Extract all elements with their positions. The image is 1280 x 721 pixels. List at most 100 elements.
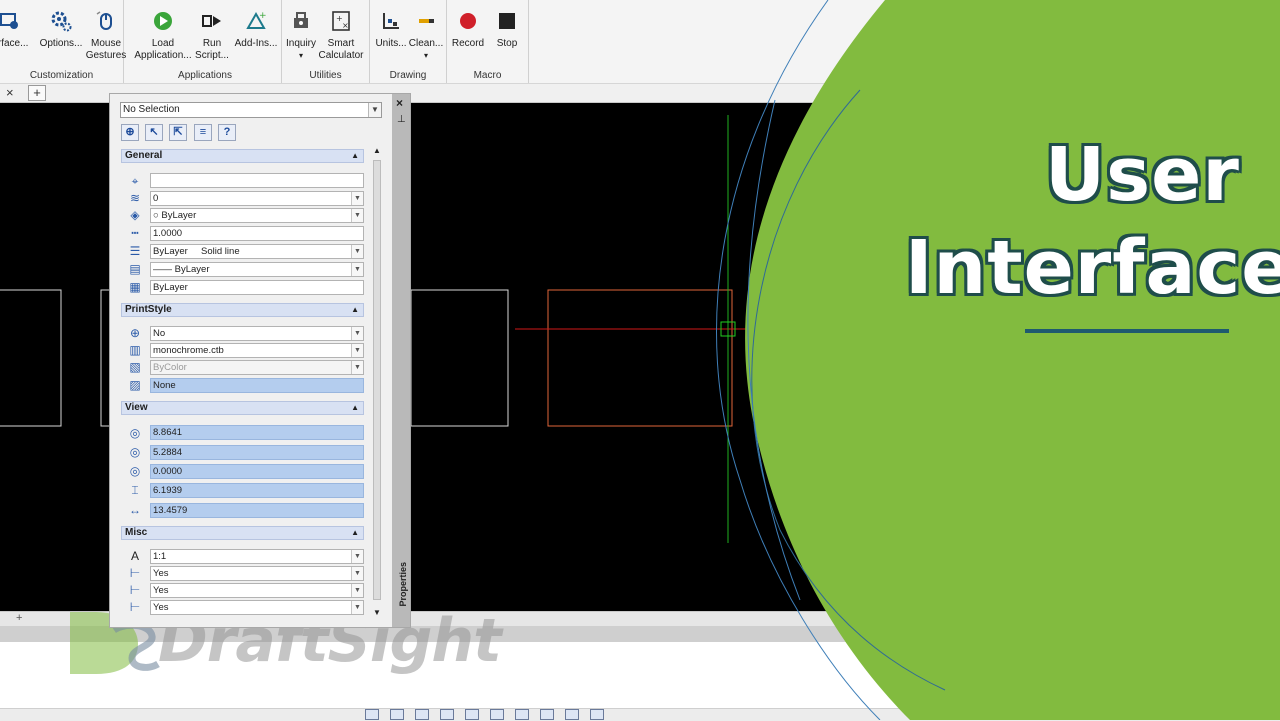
view-width-field[interactable]: 13.4579 xyxy=(150,503,364,518)
lineweight-value: —— ByLayer xyxy=(153,264,210,275)
linescale-value: 1.0000 xyxy=(153,228,183,239)
center-y-icon: ◎ xyxy=(129,445,141,459)
ucs-icon-origin-value: Yes xyxy=(153,585,169,596)
section-general[interactable]: General ▲ xyxy=(121,149,364,163)
view-width-icon: ↔ xyxy=(129,503,141,517)
annotation-scale-field[interactable]: 1:1 ▼ xyxy=(150,549,364,564)
section-view[interactable]: View ▲ xyxy=(121,401,364,415)
view-width-value: 13.4579 xyxy=(153,505,188,516)
pickadd-icon: ⊕ xyxy=(125,126,135,138)
center-x-icon: ◎ xyxy=(129,426,141,440)
help-button[interactable]: ? xyxy=(218,124,236,141)
pin-icon[interactable]: ⊥ xyxy=(397,114,406,125)
annotation-scale-icon: A xyxy=(130,549,139,563)
select-entities-button[interactable]: ↖ xyxy=(145,124,163,141)
view-height-field[interactable]: 6.1939 xyxy=(150,483,364,498)
brand-title-line-1: User xyxy=(1045,132,1240,218)
collapse-up-icon[interactable]: ▲ xyxy=(351,402,359,414)
ucs-icon-on-value: Yes xyxy=(153,568,169,579)
section-printstyle-label: PrintStyle xyxy=(125,304,172,315)
chevron-down-icon[interactable]: ▼ xyxy=(351,327,363,340)
chevron-down-icon[interactable]: ▼ xyxy=(351,209,363,222)
center-x-value: 8.8641 xyxy=(153,427,183,438)
linescale-field[interactable]: 1.0000 xyxy=(150,226,364,241)
transparency-field[interactable]: ByLayer xyxy=(150,280,364,295)
center-y-field[interactable]: 5.2884 xyxy=(150,445,364,460)
ucs-per-view-value: Yes xyxy=(153,602,169,613)
layer-value: 0 xyxy=(153,193,159,204)
center-z-field[interactable]: 0.0000 xyxy=(150,464,364,479)
printstyle-row-1-field[interactable]: No ▼ xyxy=(150,326,364,341)
quick-select-button[interactable]: ⇱ xyxy=(169,124,187,141)
printstyle-bycolor-value: ByColor xyxy=(153,362,187,373)
ucs-per-view-icon: ⊢ xyxy=(129,600,141,614)
globe-icon: ⊕ xyxy=(129,326,141,340)
select-entities-icon: ↖ xyxy=(149,126,159,138)
center-x-field[interactable]: 8.8641 xyxy=(150,425,364,440)
chevron-down-icon[interactable]: ▼ xyxy=(351,550,363,563)
select-similar-button[interactable]: ≡ xyxy=(194,124,212,141)
color-bylayer-field[interactable]: ○ ByLayer ▼ xyxy=(150,208,364,223)
collapse-up-icon[interactable]: ▲ xyxy=(351,304,359,316)
ucs-icon-on-field[interactable]: Yes ▼ xyxy=(150,566,364,581)
lineweight-field[interactable]: —— ByLayer ▼ xyxy=(150,262,364,277)
chevron-down-icon: ▼ xyxy=(351,361,363,374)
scroll-up-icon[interactable]: ▲ xyxy=(373,146,381,155)
linestyle-field[interactable]: ByLayer Solid line ▼ xyxy=(150,244,364,259)
section-general-label: General xyxy=(125,150,163,161)
color-icon: ⌖ xyxy=(131,174,139,188)
printstyle-row-1-value: No xyxy=(153,328,166,339)
select-similar-icon: ≡ xyxy=(199,126,207,138)
center-z-icon: ◎ xyxy=(129,464,141,478)
chevron-down-icon[interactable]: ▼ xyxy=(351,263,363,276)
chevron-down-icon[interactable]: ▼ xyxy=(351,344,363,357)
properties-palette: No Selection ▼ ⊕ ↖ ⇱ ≡ ? General ▲ ⌖ ≋ 0… xyxy=(109,93,411,628)
linescale-icon: ┅ xyxy=(131,226,139,240)
transparency-icon: ▦ xyxy=(129,280,141,294)
collapse-up-icon[interactable]: ▲ xyxy=(351,527,359,539)
printstyle-bycolor-field: ByColor ▼ xyxy=(150,360,364,375)
section-printstyle[interactable]: PrintStyle ▲ xyxy=(121,303,364,317)
scroll-down-icon[interactable]: ▼ xyxy=(373,608,381,617)
view-height-icon: ⌶ xyxy=(131,483,139,497)
ucs-icon-origin-field[interactable]: Yes ▼ xyxy=(150,583,364,598)
chevron-down-icon[interactable]: ▼ xyxy=(351,584,363,597)
annotation-scale-value: 1:1 xyxy=(153,551,167,562)
chevron-down-icon[interactable]: ▼ xyxy=(368,103,381,117)
fill-color-icon: ◈ xyxy=(130,208,140,222)
layer-icon: ≋ xyxy=(129,191,141,205)
ucs-icon-origin-icon: ⊢ xyxy=(129,583,141,597)
chevron-down-icon[interactable]: ▼ xyxy=(351,245,363,258)
layer-field[interactable]: 0 ▼ xyxy=(150,191,364,206)
green-brand-shape xyxy=(745,0,1280,720)
ucs-per-view-field[interactable]: Yes ▼ xyxy=(150,600,364,615)
toggle-pickadd-button[interactable]: ⊕ xyxy=(121,124,139,141)
printstyle-table-field[interactable]: monochrome.ctb ▼ xyxy=(150,343,364,358)
ucs-icon-on-icon: ⊢ xyxy=(129,566,141,580)
section-view-label: View xyxy=(125,402,148,413)
palette-scrollbar[interactable]: ▲ ▼ xyxy=(371,146,383,620)
chevron-down-icon[interactable]: ▼ xyxy=(351,601,363,614)
printstyle-none-field[interactable]: None xyxy=(150,378,364,393)
selection-dropdown[interactable]: No Selection ▼ xyxy=(120,102,382,118)
close-icon[interactable]: × xyxy=(396,96,403,110)
transparency-value: ByLayer xyxy=(153,282,188,293)
scrollbar-thumb[interactable] xyxy=(373,160,381,600)
color-field[interactable] xyxy=(150,173,364,188)
selection-value: No Selection xyxy=(123,104,180,115)
palette-title-bar[interactable]: × ⊥ Properties xyxy=(392,94,410,627)
linestyle-icon: ☰ xyxy=(129,244,141,258)
section-misc-label: Misc xyxy=(125,527,148,538)
color-bylayer-value: ByLayer xyxy=(161,210,197,221)
lineweight-icon: ▤ xyxy=(129,262,141,276)
printstyle-none-value: None xyxy=(153,380,176,391)
chevron-down-icon[interactable]: ▼ xyxy=(351,192,363,205)
help-icon: ? xyxy=(223,126,231,138)
collapse-up-icon[interactable]: ▲ xyxy=(351,150,359,162)
printstyle-table-icon: ▥ xyxy=(129,343,141,357)
printstyle-color-icon: ▧ xyxy=(129,360,141,374)
chevron-down-icon[interactable]: ▼ xyxy=(351,567,363,580)
printstyle-none-icon: ▨ xyxy=(129,378,141,392)
section-misc[interactable]: Misc ▲ xyxy=(121,526,364,540)
quick-select-icon: ⇱ xyxy=(173,126,183,138)
